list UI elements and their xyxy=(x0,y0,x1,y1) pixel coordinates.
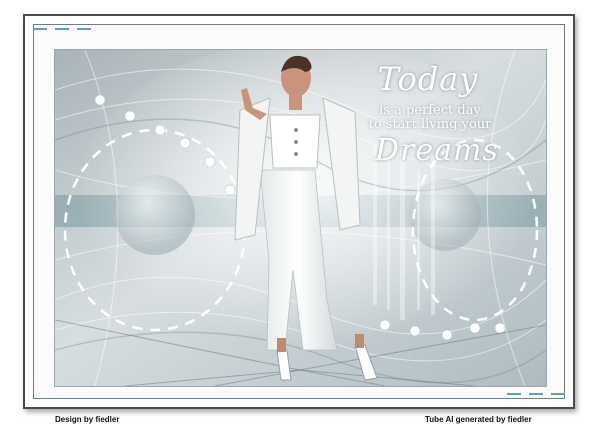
quote-line-1: is a perfect day xyxy=(379,103,481,118)
quote-dreams: Dreams xyxy=(375,133,499,168)
artwork-panel xyxy=(54,49,547,387)
design-credit: Design by fiedler xyxy=(55,415,120,424)
quote-line-2: to start living your xyxy=(368,117,492,132)
quote-today: Today xyxy=(377,60,479,98)
top-left-dash-accent xyxy=(33,28,91,30)
tube-credit: Tube AI generated by fiedler xyxy=(425,415,532,424)
bottom-right-dash-accent xyxy=(507,393,565,395)
